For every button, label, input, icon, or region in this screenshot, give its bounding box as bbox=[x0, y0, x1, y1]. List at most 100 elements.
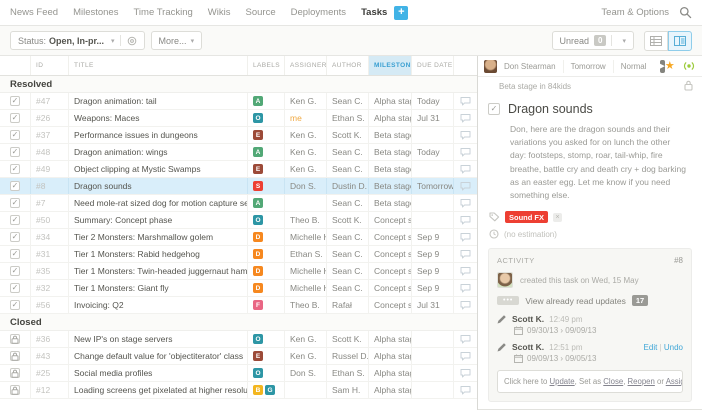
table-row[interactable]: #25Social media profilesODon S.Ethan S.A… bbox=[0, 365, 477, 382]
table-row[interactable]: ✓#47Dragon animation: tailAKen G.Sean C.… bbox=[0, 93, 477, 110]
comment-bubble-icon[interactable] bbox=[460, 300, 471, 310]
watch-icon[interactable] bbox=[683, 60, 695, 72]
row-title[interactable]: Tier 2 Monsters: Marshmallow golem bbox=[68, 229, 247, 245]
nav-item-tasks[interactable]: Tasks bbox=[361, 7, 387, 18]
row-checkbox[interactable]: ✓ bbox=[10, 96, 20, 106]
nav-item-wikis[interactable]: Wikis bbox=[208, 7, 231, 18]
table-row[interactable]: ✓#7Need mole-rat sized dog for motion ca… bbox=[0, 195, 477, 212]
comment-bubble-icon[interactable] bbox=[460, 164, 471, 174]
filter-gear-icon[interactable] bbox=[127, 36, 137, 46]
row-title[interactable]: Tier 1 Monsters: Giant fly bbox=[68, 280, 247, 296]
column-header-id[interactable]: ID bbox=[30, 56, 68, 75]
row-checkbox[interactable]: ✓ bbox=[10, 215, 20, 225]
row-title[interactable]: Dragon animation: wings bbox=[68, 144, 247, 160]
table-row[interactable]: ✓#37Performance issues in dungeonsEKen G… bbox=[0, 127, 477, 144]
row-title[interactable]: Dragon animation: tail bbox=[68, 93, 247, 109]
comment-action-link[interactable]: Assign to me bbox=[666, 377, 683, 386]
label-chip[interactable]: Sound FX bbox=[505, 211, 548, 223]
comment-bubble-icon[interactable] bbox=[460, 215, 471, 225]
comment-bubble-icon[interactable] bbox=[460, 181, 471, 191]
row-checkbox[interactable]: ✓ bbox=[10, 164, 20, 174]
comment-bubble-icon[interactable] bbox=[460, 113, 471, 123]
row-title[interactable]: Performance issues in dungeons bbox=[68, 127, 247, 143]
table-row[interactable]: ✓#49Object clipping at Mystic SwampsEKen… bbox=[0, 161, 477, 178]
comment-bubble-icon[interactable] bbox=[460, 368, 471, 378]
nav-item-time-tracking[interactable]: Time Tracking bbox=[133, 7, 192, 18]
row-title[interactable]: Need mole-rat sized dog for motion captu… bbox=[68, 195, 247, 211]
more-dots-icon[interactable]: ••• bbox=[497, 296, 519, 305]
row-checkbox[interactable]: ✓ bbox=[10, 198, 20, 208]
add-label-button[interactable]: × bbox=[553, 213, 562, 222]
row-checkbox[interactable]: ✓ bbox=[10, 232, 20, 242]
row-lock[interactable] bbox=[10, 368, 20, 378]
row-checkbox[interactable]: ✓ bbox=[10, 147, 20, 157]
view-read-updates-link[interactable]: View already read updates bbox=[525, 296, 626, 306]
nav-item-milestones[interactable]: Milestones bbox=[73, 7, 118, 18]
add-task-button[interactable]: + bbox=[394, 6, 408, 20]
table-row[interactable]: ✓#31Tier 1 Monsters: Rabid hedgehogDEtha… bbox=[0, 246, 477, 263]
row-title[interactable]: Change default value for 'objectiterator… bbox=[68, 348, 247, 364]
comment-action-link[interactable]: Update bbox=[550, 377, 575, 386]
row-title[interactable]: Loading screens get pixelated at higher … bbox=[68, 382, 247, 398]
table-row[interactable]: ✓#48Dragon animation: wingsAKen G.Sean C… bbox=[0, 144, 477, 161]
team-options-link[interactable]: Team & Options bbox=[601, 7, 669, 18]
table-row[interactable]: #36New IP's on stage serversOKen G.Scott… bbox=[0, 331, 477, 348]
row-checkbox[interactable]: ✓ bbox=[10, 130, 20, 140]
row-title[interactable]: New IP's on stage servers bbox=[68, 331, 247, 347]
row-checkbox[interactable]: ✓ bbox=[10, 113, 20, 123]
row-checkbox[interactable]: ✓ bbox=[10, 300, 20, 310]
row-title[interactable]: Object clipping at Mystic Swamps bbox=[68, 161, 247, 177]
row-lock[interactable] bbox=[10, 351, 20, 361]
table-row[interactable]: #12Loading screens get pixelated at high… bbox=[0, 382, 477, 399]
comment-input[interactable]: Click here to Update, Set as Close, Reop… bbox=[497, 370, 683, 393]
estimation-text[interactable]: (no estimation) bbox=[504, 230, 557, 239]
nav-item-source[interactable]: Source bbox=[246, 7, 276, 18]
column-header-title[interactable]: TITLE bbox=[68, 56, 247, 75]
row-lock[interactable] bbox=[10, 334, 20, 344]
assignee-dropdown[interactable]: Don Stearman bbox=[497, 60, 564, 73]
comment-bubble-icon[interactable] bbox=[460, 198, 471, 208]
table-row[interactable]: ✓#56Invoicing: Q2FTheo B.RafałConcept st… bbox=[0, 297, 477, 314]
comment-bubble-icon[interactable] bbox=[460, 334, 471, 344]
comment-bubble-icon[interactable] bbox=[460, 232, 471, 242]
comment-action-link[interactable]: Close bbox=[603, 377, 623, 386]
column-header-labels[interactable]: LABELS bbox=[247, 56, 284, 75]
nav-item-news-feed[interactable]: News Feed bbox=[10, 7, 58, 18]
comment-bubble-icon[interactable] bbox=[460, 96, 471, 106]
column-header-author[interactable]: AUTHOR bbox=[326, 56, 368, 75]
status-filter-button[interactable]: Status:Open, In-pr...▾ bbox=[10, 31, 145, 50]
column-header-assigners[interactable]: ASSIGNERS bbox=[284, 56, 326, 75]
task-checkbox[interactable]: ✓ bbox=[488, 103, 500, 115]
table-row[interactable]: ✓#34Tier 2 Monsters: Marshmallow golemDM… bbox=[0, 229, 477, 246]
row-checkbox[interactable]: ✓ bbox=[10, 181, 20, 191]
assignee-avatar[interactable] bbox=[484, 60, 497, 73]
comment-bubble-icon[interactable] bbox=[460, 147, 471, 157]
row-title[interactable]: Tier 1 Monsters: Rabid hedgehog bbox=[68, 246, 247, 262]
split-view-button[interactable] bbox=[668, 31, 692, 51]
column-header-due-date[interactable]: DUE DATE bbox=[411, 56, 453, 75]
comment-bubble-icon[interactable] bbox=[460, 283, 471, 293]
comment-action-link[interactable]: Reopen bbox=[628, 377, 655, 386]
table-row[interactable]: ✓#35Tier 1 Monsters: Twin-headed juggern… bbox=[0, 263, 477, 280]
comment-bubble-icon[interactable] bbox=[460, 249, 471, 259]
comment-bubble-icon[interactable] bbox=[460, 266, 471, 276]
comment-bubble-icon[interactable] bbox=[460, 351, 471, 361]
row-checkbox[interactable]: ✓ bbox=[10, 266, 20, 276]
row-lock[interactable] bbox=[10, 385, 20, 395]
comment-bubble-icon[interactable] bbox=[460, 385, 471, 395]
table-view-button[interactable] bbox=[644, 31, 668, 51]
row-checkbox[interactable]: ✓ bbox=[10, 283, 20, 293]
more-filters-button[interactable]: More...▾ bbox=[151, 31, 203, 50]
row-title[interactable]: Invoicing: Q2 bbox=[68, 297, 247, 313]
row-title[interactable]: Social media profiles bbox=[68, 365, 247, 381]
row-title[interactable]: Weapons: Maces bbox=[68, 110, 247, 126]
unread-filter-button[interactable]: Unread 0 ▾ bbox=[552, 31, 635, 50]
undo-link[interactable]: Undo bbox=[664, 343, 683, 352]
comment-bubble-icon[interactable] bbox=[460, 130, 471, 140]
row-title[interactable]: Tier 1 Monsters: Twin-headed juggernaut … bbox=[68, 263, 247, 279]
search-icon[interactable] bbox=[679, 6, 692, 19]
table-row[interactable]: ✓#32Tier 1 Monsters: Giant flyDMichelle … bbox=[0, 280, 477, 297]
row-title[interactable]: Summary: Concept phase bbox=[68, 212, 247, 228]
nav-item-deployments[interactable]: Deployments bbox=[291, 7, 346, 18]
column-header-milestone[interactable]: MILESTONE ▲▼ bbox=[368, 56, 411, 75]
